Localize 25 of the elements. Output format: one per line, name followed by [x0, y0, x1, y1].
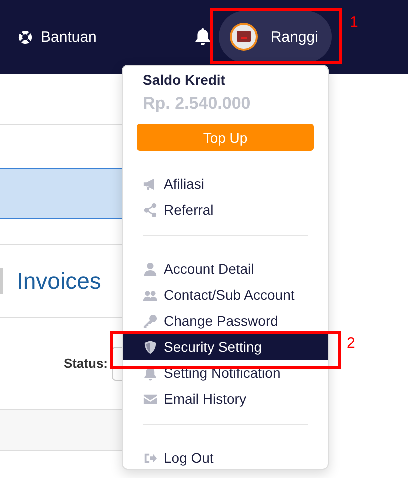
- menu-item[interactable]: Afiliasi: [123, 171, 328, 197]
- key-icon: [143, 314, 158, 328]
- shield-icon: [143, 340, 158, 354]
- menu-item[interactable]: Security Setting: [123, 334, 328, 360]
- lifebuoy-icon: [18, 30, 33, 44]
- menu-item[interactable]: Setting Notification: [123, 360, 328, 386]
- menu-item[interactable]: Referral: [123, 197, 328, 223]
- menu-item[interactable]: Account Detail: [123, 256, 328, 282]
- menu-item[interactable]: Log Out: [123, 445, 328, 471]
- user-menu-button[interactable]: Ranggi: [218, 11, 332, 63]
- menu-item[interactable]: Contact/Sub Account: [123, 282, 328, 308]
- balance-amount: Rp. 2.540.000: [143, 94, 252, 114]
- status-label: Status:: [64, 356, 108, 371]
- bell-icon[interactable]: [194, 28, 211, 46]
- share-icon: [143, 202, 158, 218]
- user-icon: [143, 262, 158, 276]
- annotation-number: 2: [347, 335, 356, 352]
- title-accent-bar: [0, 268, 3, 294]
- page-title: Invoices: [17, 268, 102, 294]
- avatar-icon: [228, 22, 259, 52]
- menu-item[interactable]: Email History: [123, 386, 328, 412]
- balance-label: Saldo Kredit: [143, 72, 226, 88]
- help-link[interactable]: Bantuan: [41, 28, 97, 46]
- annotation-number: 1: [350, 14, 358, 31]
- menu-item[interactable]: Change Password: [123, 308, 328, 334]
